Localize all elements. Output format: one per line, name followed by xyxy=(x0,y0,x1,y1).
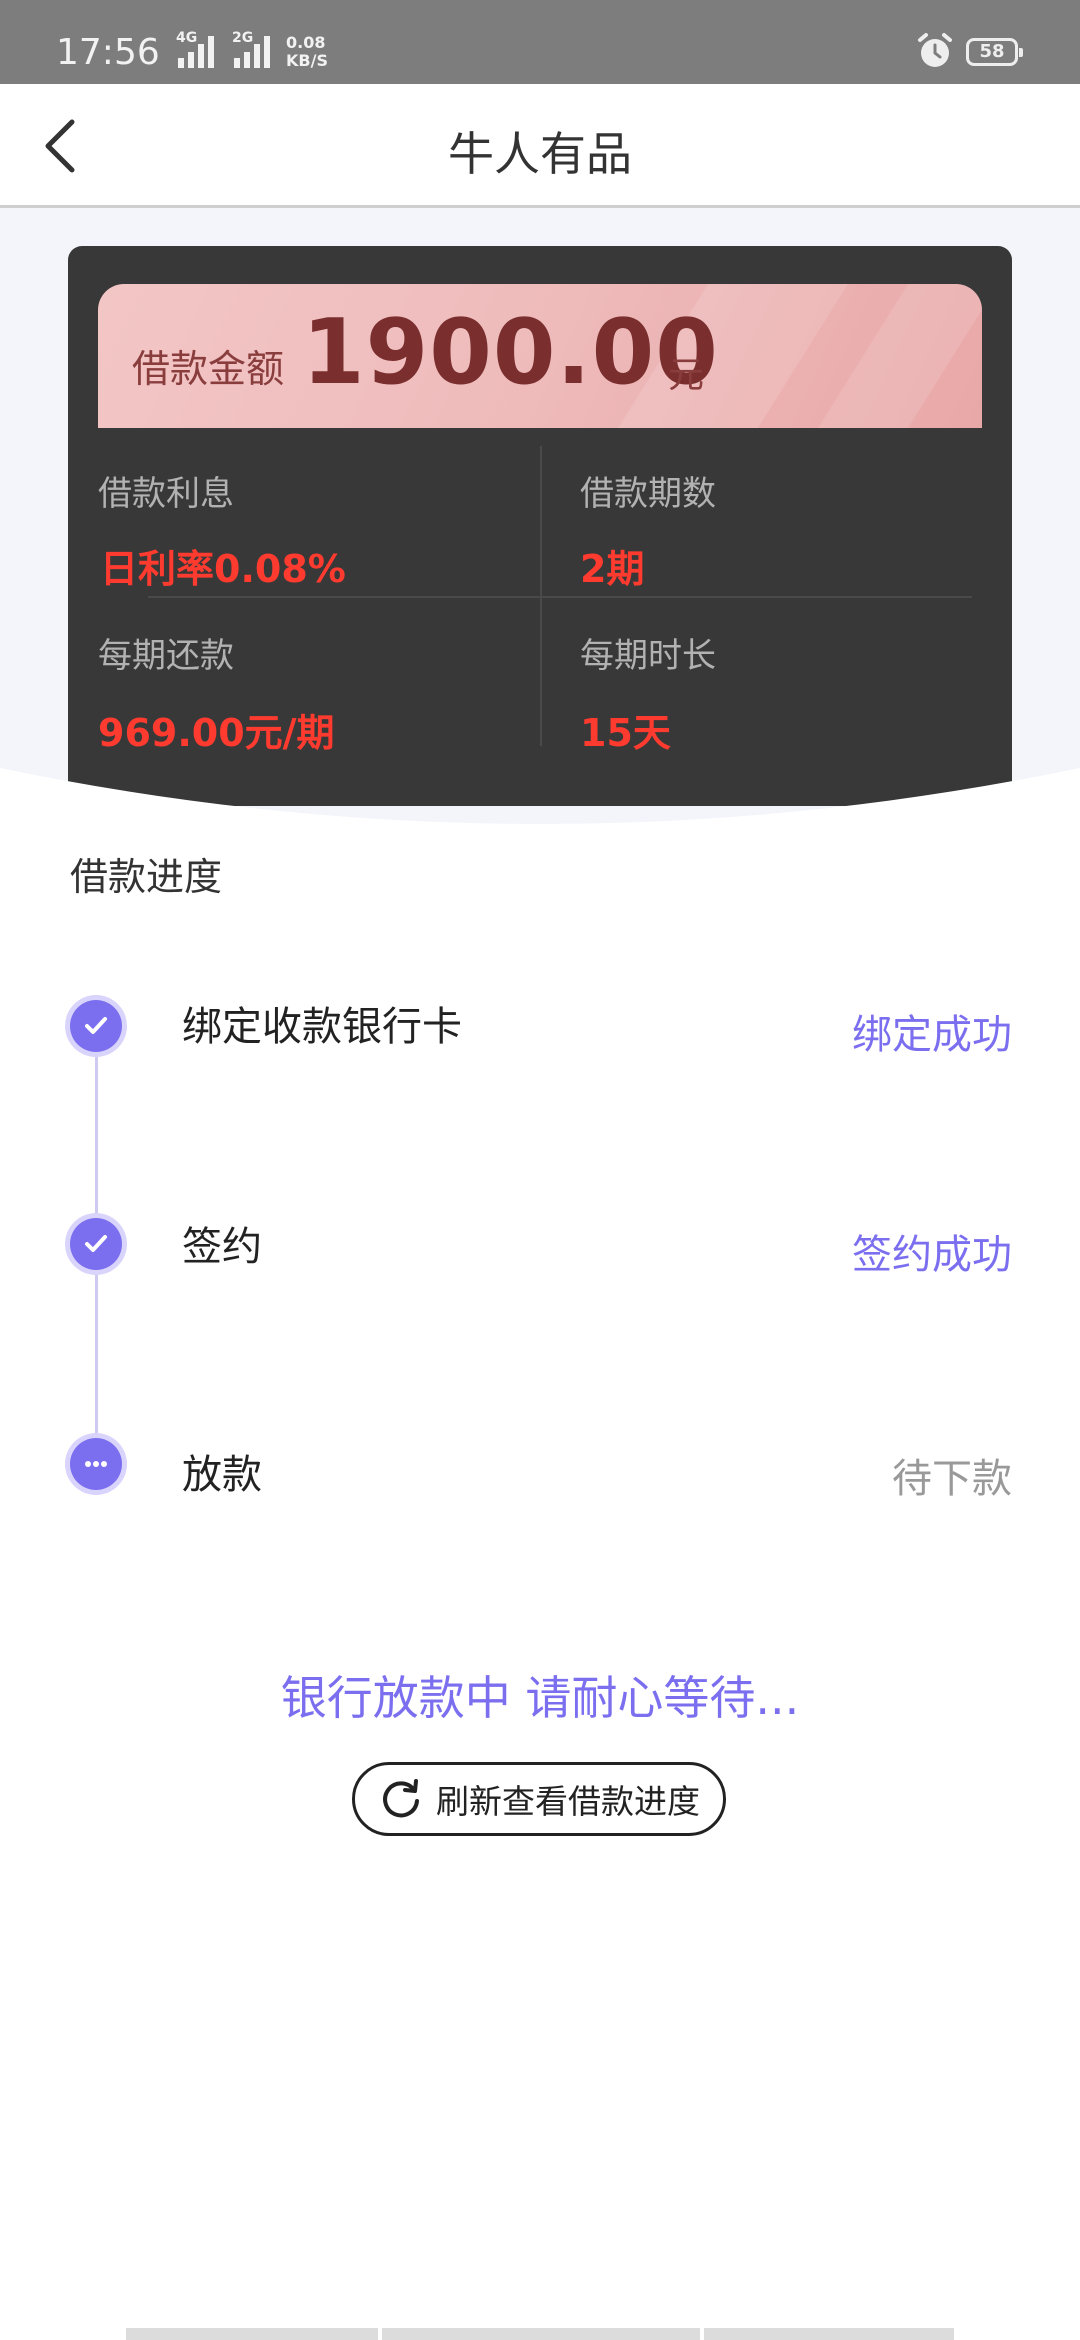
waiting-message: 银行放款中 请耐心等待... xyxy=(280,1671,800,1725)
step-status: 绑定成功 xyxy=(852,1012,1012,1058)
amount-value: 1900.00 xyxy=(302,300,719,405)
check-icon xyxy=(70,1000,122,1052)
refresh-label: 刷新查看借款进度 xyxy=(436,1782,700,1821)
installment-label: 每期还款 xyxy=(98,636,234,676)
refresh-button[interactable]: 刷新查看借款进度 xyxy=(352,1762,726,1836)
step-name: 放款 xyxy=(182,1452,262,1498)
interest-value: 日利率0.08% xyxy=(100,547,346,591)
alarm-icon xyxy=(918,33,952,67)
step-status: 签约成功 xyxy=(852,1232,1012,1278)
loan-summary-card: 借款金额 1900.00 元 借款利息 日利率0.08% 借款期数 2期 每期还… xyxy=(68,246,1012,806)
amount-banner: 借款金额 1900.00 元 xyxy=(98,284,982,428)
amount-unit: 元 xyxy=(668,355,705,396)
term-value: 2期 xyxy=(580,547,645,591)
status-bar: 17:56 4G 2G 0.08 KB/S 58 xyxy=(0,0,1080,84)
more-icon xyxy=(70,1438,122,1490)
step-name: 绑定收款银行卡 xyxy=(182,1004,462,1050)
step-status: 待下款 xyxy=(892,1456,1012,1502)
curve-divider xyxy=(0,768,1080,840)
nav-gesture-bar xyxy=(382,2328,700,2340)
interest-label: 借款利息 xyxy=(98,474,234,514)
refresh-icon xyxy=(383,1779,419,1818)
term-label: 借款期数 xyxy=(580,474,716,514)
nav-gesture-bar xyxy=(126,2328,378,2340)
nav-gesture-bar xyxy=(704,2328,954,2340)
amount-label: 借款金额 xyxy=(132,347,285,391)
step-name: 签约 xyxy=(182,1224,262,1270)
network-speed: 0.08 KB/S xyxy=(286,33,328,70)
check-icon xyxy=(70,1218,122,1270)
period-label: 每期时长 xyxy=(580,636,716,676)
status-time: 17:56 xyxy=(56,32,160,73)
progress-title: 借款进度 xyxy=(70,855,223,899)
page-title: 牛人有品 xyxy=(448,127,632,181)
nav-bar: 牛人有品 xyxy=(0,84,1080,208)
divider xyxy=(148,596,972,598)
battery-icon: 58 xyxy=(966,38,1023,66)
